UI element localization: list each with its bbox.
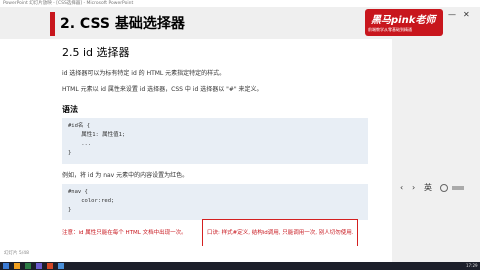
annotation-text: 口诀: 样式#定义, 结构id调用, 只能调用一次, 别人切勿使用.	[207, 230, 354, 236]
powerpoint-icon[interactable]	[47, 263, 53, 269]
next-icon[interactable]: ›	[412, 183, 415, 193]
slide-header-band	[0, 7, 392, 39]
syntax-heading: 语法	[62, 105, 78, 114]
volume-icon[interactable]	[452, 186, 464, 190]
paragraph-2: HTML 元素以 id 属性来设置 id 选择器，CSS 中 id 选择器以 "…	[62, 86, 263, 93]
explorer-icon[interactable]	[14, 263, 20, 269]
status-bar: 幻灯片 5/48	[0, 246, 392, 262]
logo-brand: 黑马pink老师	[371, 15, 436, 26]
close-button[interactable]: ✕	[463, 10, 470, 20]
code-block-syntax: #id名 { 属性1: 属性值1; ... }	[62, 118, 368, 164]
note-text: 注意：id 属性只能在每个 HTML 文档中出现一次。	[62, 230, 187, 236]
editor-icon[interactable]	[36, 263, 42, 269]
code-line: ...	[68, 141, 92, 147]
example-text: 例如，将 id 为 nav 元素中的内容设置为红色。	[62, 172, 189, 179]
code-line: 属性1: 属性值1;	[68, 132, 126, 138]
code-line: #nav {	[68, 189, 88, 195]
prev-icon[interactable]: ‹	[400, 183, 403, 193]
browser-icon[interactable]	[58, 263, 64, 269]
app-icon[interactable]	[25, 263, 31, 269]
code-line: #id名 {	[68, 123, 91, 129]
title-accent-bar	[50, 12, 55, 36]
code-line: }	[68, 207, 72, 213]
taskbar-clock: 17:29	[466, 263, 478, 268]
window-title: PowerPoint 幻灯片放映 - [CSS选择器] - Microsoft …	[3, 1, 134, 6]
side-panel	[392, 7, 480, 262]
lang-indicator[interactable]: 英	[424, 183, 432, 193]
brand-logo: 黑马pink老师 前端教学从零基础到精通	[365, 9, 443, 36]
code-line: }	[68, 150, 72, 156]
taskbar	[0, 262, 480, 270]
code-line: color:red;	[68, 198, 115, 204]
code-block-example: #nav { color:red; }	[62, 184, 368, 220]
slide-counter: 幻灯片 5/48	[4, 251, 30, 256]
logo-slogan: 前端教学从零基础到精通	[368, 27, 412, 32]
start-icon[interactable]	[3, 263, 9, 269]
slide-title: 2. CSS 基础选择器	[60, 16, 185, 32]
minimize-button[interactable]: —	[448, 10, 456, 20]
section-heading: 2.5 id 选择器	[62, 46, 130, 59]
window-titlebar: PowerPoint 幻灯片放映 - [CSS选择器] - Microsoft …	[0, 0, 480, 7]
settings-icon[interactable]	[440, 184, 448, 192]
paragraph-1: id 选择器可以为标有特定 id 的 HTML 元素指定特定的样式。	[62, 70, 226, 77]
